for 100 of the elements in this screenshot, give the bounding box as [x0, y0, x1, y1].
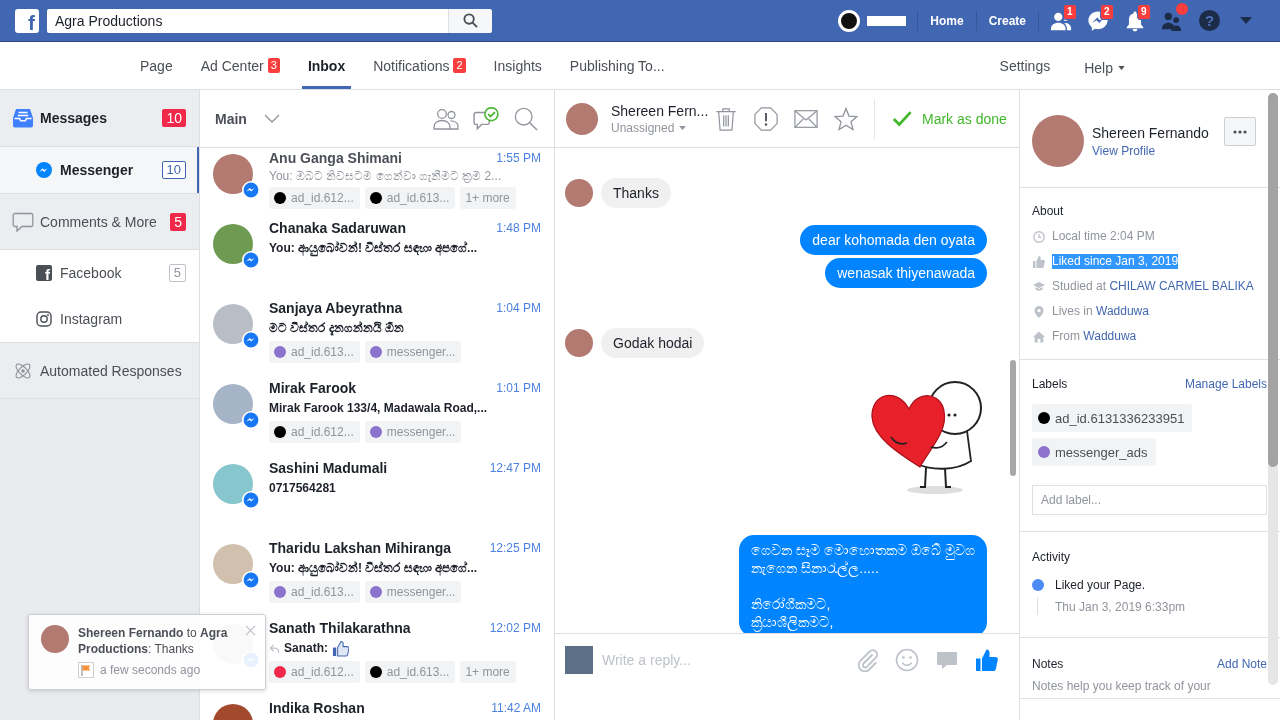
scrollbar-thumb[interactable]: [1268, 93, 1278, 467]
nav-link[interactable]: Help: [1084, 42, 1125, 89]
contact-name: Sashini Madumali: [269, 460, 388, 476]
message-time: 12:47 PM: [489, 461, 541, 475]
sidebar-item[interactable]: f Facebook 5: [0, 250, 199, 296]
manage-labels-link[interactable]: Manage Labels: [1184, 377, 1267, 391]
sidebar-item[interactable]: Instagram: [0, 296, 199, 342]
view-profile-link[interactable]: View Profile: [1092, 142, 1224, 159]
graduation-cap-icon: [1033, 280, 1045, 293]
paperclip-icon[interactable]: [855, 648, 879, 672]
search-icon[interactable]: [513, 106, 539, 131]
alert-icon[interactable]: [754, 106, 778, 131]
search-field[interactable]: Agra Productions: [47, 8, 448, 33]
notification-badge: 2: [1100, 3, 1114, 20]
folder-dropdown[interactable]: Main: [215, 110, 280, 127]
count-badge: 5: [168, 264, 186, 282]
lightning-badge-icon: [242, 411, 260, 429]
contact-name: Mirak Farook: [269, 380, 357, 396]
scrollbar[interactable]: [1010, 360, 1016, 476]
contact-name: Shereen Fernando: [1092, 123, 1210, 143]
caret-icon[interactable]: [1240, 17, 1252, 24]
count-badge: 10: [161, 161, 186, 179]
tag-text: messenger...: [386, 345, 456, 359]
people-outline-icon[interactable]: [433, 106, 459, 131]
close-icon[interactable]: [245, 625, 256, 636]
nav-link[interactable]: Create: [976, 13, 1038, 28]
contact-name: Sanath Thilakarathna: [269, 620, 411, 636]
about-text: From Wadduwa: [1052, 329, 1137, 344]
toast-message: Shereen Fernando to Agra Productions: Thanks: [78, 625, 229, 657]
nav-tab[interactable]: Inbox: [301, 42, 352, 89]
scrollbar[interactable]: [1268, 93, 1278, 685]
inbox-icon: [12, 108, 34, 128]
message-time: 1:01 PM: [496, 381, 541, 395]
avatar: [565, 329, 593, 357]
tag-text: messenger...: [386, 425, 456, 439]
about-link[interactable]: Wadduwa: [1083, 329, 1137, 343]
avatar: [213, 544, 253, 584]
message-time: 1:55 PM: [496, 151, 541, 165]
star-icon[interactable]: [834, 106, 858, 131]
tag-text: ad_id.613...: [386, 665, 450, 679]
add-note-link[interactable]: Add Note: [1216, 657, 1267, 671]
notification-badge: 9: [1137, 3, 1151, 20]
nav-link[interactable]: Settings: [999, 42, 1051, 89]
add-label-field[interactable]: Add label...: [1032, 485, 1267, 515]
chat-check-icon[interactable]: [473, 106, 499, 131]
message-bubble: Godak hodai: [601, 328, 705, 358]
nav-tab[interactable]: Ad Center 3: [194, 42, 286, 89]
reply-field[interactable]: Write a reply...: [602, 646, 839, 674]
activity-dot-icon: [1032, 579, 1044, 591]
nav-tab[interactable]: Publishing To...: [563, 42, 671, 89]
thumbs-up-icon: [332, 639, 349, 657]
location-pin-icon: [1033, 305, 1045, 318]
nav-tab[interactable]: Notifications 2: [367, 42, 472, 89]
lightning-badge-icon: [242, 491, 260, 509]
avatar: [41, 625, 69, 653]
nav-tab[interactable]: Insights: [487, 42, 548, 89]
thumbs-up-icon: [1033, 255, 1045, 268]
lightning-badge-icon: [242, 181, 260, 199]
about-text: Liked since Jan 3, 2019: [1052, 254, 1179, 269]
avatar: [213, 304, 253, 344]
sidebar-item[interactable]: Automated Responses: [0, 342, 199, 399]
smiley-icon[interactable]: [895, 648, 919, 672]
count-badge: 10: [162, 109, 186, 127]
nav-link[interactable]: Home: [918, 13, 976, 28]
ellipsis-icon: [1233, 129, 1247, 134]
notification-badge: 1: [1063, 3, 1077, 20]
more-button[interactable]: [1224, 117, 1256, 146]
avatar: [213, 224, 253, 264]
message-bubble: Thanks: [601, 178, 671, 208]
search-button[interactable]: [448, 8, 492, 33]
tag-text: ad_id.612...: [291, 665, 354, 679]
label-tag[interactable]: ad_id.6131336233951: [1032, 404, 1193, 432]
message-preview: You: ආයුබෝවන්! විස්තර සඳහා අපගේ...: [269, 561, 478, 575]
tag-text: ad_id.612...: [291, 191, 354, 205]
about-text: Local time 2:04 PM: [1052, 229, 1155, 244]
lightning-badge-icon: [242, 251, 260, 269]
about-link[interactable]: Wadduwa: [1096, 304, 1149, 318]
f-logo-icon: f: [36, 265, 52, 281]
sidebar-item[interactable]: Comments & More 5: [0, 193, 199, 250]
profile-avatar[interactable]: [838, 9, 861, 32]
logo-icon[interactable]: f: [15, 8, 39, 33]
trash-icon[interactable]: [714, 106, 738, 131]
message-time: 11:42 AM: [491, 701, 541, 715]
assignee-dropdown[interactable]: Unassigned: [611, 119, 687, 136]
nav-tab[interactable]: Page: [134, 42, 179, 89]
caret-icon: [679, 125, 687, 130]
contact-name: Indika Roshan: [269, 700, 365, 716]
about-link[interactable]: CHILAW CARMEL BALIKA: [1109, 279, 1254, 293]
avatar: [213, 464, 253, 504]
sidebar-item[interactable]: Messenger 10: [0, 147, 199, 193]
label-tag[interactable]: messenger_ads: [1032, 438, 1156, 466]
lightning-badge-icon: [242, 571, 260, 589]
notification-toast[interactable]: Shereen Fernando to Agra Productions: Thanks a few seconds ago: [28, 614, 266, 690]
tag-text: ad_id.613...: [291, 345, 354, 359]
activity-time: Thu Jan 3, 2019 6:33pm: [1055, 600, 1186, 614]
thumbs-up-icon[interactable]: [975, 648, 999, 672]
about-text: Lives in Wadduwa: [1052, 304, 1149, 319]
count-badge: 2: [453, 58, 466, 73]
clock-icon: [1033, 230, 1045, 243]
message-bubble: dear kohomada den oyata: [800, 225, 987, 255]
